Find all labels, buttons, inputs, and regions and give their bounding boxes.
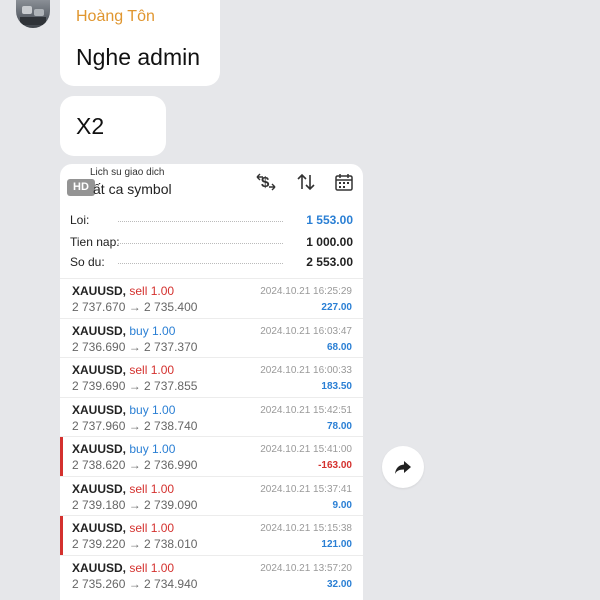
summary-value: 2 553.00 xyxy=(306,255,353,269)
summary-label: Tien nap: xyxy=(70,235,120,249)
trade-side: sell 1.00 xyxy=(129,284,175,298)
trade-price: 2 739.220 → 2 738.010 xyxy=(72,537,198,551)
trade-row[interactable]: XAUUSD, sell 1.00 2 739.180 → 2 739.090 20… xyxy=(60,475,363,515)
message-text: X2 xyxy=(76,113,105,139)
history-header-caption: Lich su giao dich xyxy=(90,167,165,178)
history-header-title: ất ca symbol xyxy=(93,181,172,197)
trade-symbol-text: XAUUSD, xyxy=(72,481,127,496)
trade-price: 2 738.620 → 2 736.990 xyxy=(72,458,198,472)
trade-profit: 32.00 xyxy=(326,578,352,590)
dotted-leader xyxy=(118,221,283,222)
summary-row-balance: So du: 2 553.00 xyxy=(70,253,353,273)
trade-price: 2 737.960 → 2 738.740 xyxy=(72,418,198,433)
trade-symbol: XAUUSD, buy 1.00 xyxy=(72,324,175,338)
summary-row-deposit: Tien nap: 1 000.00 xyxy=(70,233,353,253)
trade-profit: 78.00 xyxy=(326,420,352,432)
avatar[interactable] xyxy=(16,0,50,28)
trade-side: sell 1.00 xyxy=(129,481,175,496)
trade-side: sell 1.00 xyxy=(129,363,175,377)
trade-side: buy 1.00 xyxy=(129,323,176,338)
trade-symbol: XAUUSD, sell 1.00 xyxy=(72,521,174,535)
summary-row-profit: Loi: 1 553.00 xyxy=(70,211,353,231)
trade-row[interactable]: XAUUSD, buy 1.00 2 738.620 → 2 736.990 202… xyxy=(60,436,363,476)
hd-badge: HD xyxy=(67,179,95,196)
trade-profit: 227.00 xyxy=(321,302,352,313)
trade-symbol: XAUUSD, buy 1.00 xyxy=(72,442,175,456)
trade-row[interactable]: XAUUSD, sell 1.00 2 735.260 → 2 734.940 20… xyxy=(60,554,363,594)
trade-profit: 183.50 xyxy=(321,381,352,392)
trade-side: buy 1.00 xyxy=(129,442,176,456)
trade-time: 2024.10.21 16:03:47 xyxy=(260,325,352,337)
summary-value: 1 000.00 xyxy=(306,235,353,249)
sort-arrows-icon xyxy=(294,172,318,194)
summary-label: Loi: xyxy=(70,213,90,227)
trade-symbol-text: XAUUSD, xyxy=(72,442,127,456)
trade-row[interactable]: XAUUSD, sell 1.00 2 739.690 → 2 737.855 20… xyxy=(60,357,363,396)
calendar-icon xyxy=(332,172,356,194)
row-marker xyxy=(60,516,63,555)
dotted-leader xyxy=(118,243,283,244)
trade-row[interactable]: XAUUSD, sell 1.00 2 739.220 → 2 738.010 20… xyxy=(60,515,363,555)
message-text: Nghe admin xyxy=(76,44,201,70)
trade-symbol: XAUUSD, sell 1.00 xyxy=(72,482,174,496)
trade-price: 2 737.670 → 2 735.400 xyxy=(72,300,198,314)
trade-price: 2 739.180 → 2 739.090 xyxy=(72,497,198,512)
sender-name[interactable]: Hoàng Tôn xyxy=(76,8,155,26)
avatar-detail xyxy=(20,17,46,25)
trade-profit: 9.00 xyxy=(332,499,352,511)
trade-symbol-text: XAUUSD, xyxy=(72,521,127,535)
forward-arrow-icon xyxy=(395,461,411,474)
trade-price: 2 735.260 → 2 734.940 xyxy=(72,576,198,591)
summary-value: 1 553.00 xyxy=(306,213,353,227)
trade-profit: 121.00 xyxy=(321,539,352,550)
trade-profit: 68.00 xyxy=(326,341,352,353)
trade-profit: -163.00 xyxy=(318,460,352,471)
trade-symbol-text: XAUUSD, xyxy=(72,560,127,575)
summary-label: So du: xyxy=(70,255,105,269)
forward-button[interactable] xyxy=(382,446,424,488)
trade-side: sell 1.00 xyxy=(129,521,175,535)
trade-row[interactable]: XAUUSD, buy 1.00 2 737.960 → 2 738.740 202… xyxy=(60,396,363,436)
trade-symbol: XAUUSD, sell 1.00 xyxy=(72,363,174,377)
trade-time: 2024.10.21 15:37:41 xyxy=(260,483,352,495)
trade-time: 2024.10.21 15:15:38 xyxy=(260,523,352,534)
dotted-leader xyxy=(118,263,283,264)
trade-time: 2024.10.21 16:00:33 xyxy=(260,365,352,376)
trade-row[interactable]: XAUUSD, buy 1.00 2 736.690 → 2 737.370 202… xyxy=(60,317,363,357)
trade-time: 2024.10.21 13:57:20 xyxy=(260,562,352,574)
trade-time: 2024.10.21 15:42:51 xyxy=(260,404,352,416)
trade-price: 2 739.690 → 2 737.855 xyxy=(72,379,198,393)
avatar-detail xyxy=(22,6,32,14)
message-bubble[interactable]: X2 xyxy=(60,96,166,156)
trade-symbol-text: XAUUSD, xyxy=(72,363,127,377)
trade-price: 2 736.690 → 2 737.370 xyxy=(72,339,198,354)
trade-side: buy 1.00 xyxy=(129,402,176,417)
trade-symbol: XAUUSD, sell 1.00 xyxy=(72,561,174,575)
row-marker xyxy=(60,437,63,476)
trade-symbol-text: XAUUSD, xyxy=(72,402,127,417)
trade-symbol-text: XAUUSD, xyxy=(72,323,127,338)
dollar-swap-icon: $ xyxy=(254,172,278,194)
trade-side: sell 1.00 xyxy=(129,560,175,575)
trade-symbol: XAUUSD, buy 1.00 xyxy=(72,403,175,417)
trade-time: 2024.10.21 16:25:29 xyxy=(260,286,352,297)
trade-time: 2024.10.21 15:41:00 xyxy=(260,444,352,455)
avatar-detail xyxy=(34,9,44,16)
trade-row[interactable]: XAUUSD, sell 1.00 2 737.670 → 2 735.400 20… xyxy=(60,278,363,317)
trade-symbol-text: XAUUSD, xyxy=(72,284,127,298)
trade-symbol: XAUUSD, sell 1.00 xyxy=(72,284,174,298)
image-message[interactable]: Lich su giao dich ất ca symbol HD $ Loi:… xyxy=(60,164,363,600)
